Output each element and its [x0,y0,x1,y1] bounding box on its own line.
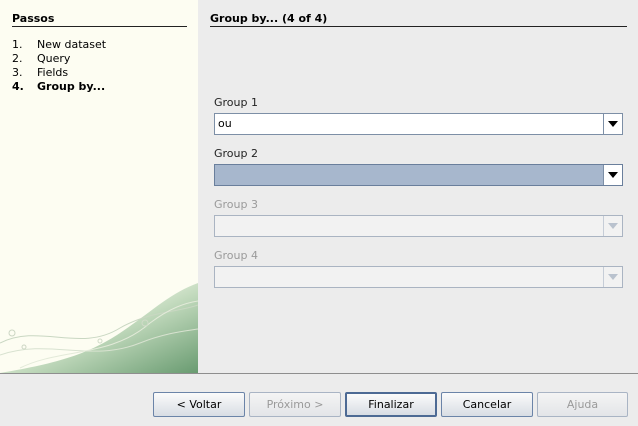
help-button[interactable]: Ajuda [537,392,628,417]
back-button[interactable]: < Voltar [153,392,245,417]
group-3-value [215,216,603,236]
group-3-label: Group 3 [214,198,258,211]
dropdown-arrow-button[interactable] [603,165,622,185]
chevron-down-icon [608,121,618,127]
page-heading: Group by... (4 of 4) [210,12,627,27]
group-4-combobox[interactable] [214,266,623,288]
step-number: 4. [12,80,24,93]
group-2-value [215,165,603,185]
step-label: New dataset [37,38,107,51]
group-4-value [215,267,603,287]
step-label: Query [37,52,71,65]
chevron-down-icon [608,223,618,229]
step-item[interactable]: 2. Query [12,52,106,66]
group-3-combobox[interactable] [214,215,623,237]
group-2-combobox[interactable] [214,164,623,186]
step-number: 3. [12,66,23,79]
dropdown-arrow-button[interactable] [603,267,622,287]
step-item-current: 4. Group by... [12,80,106,94]
group-1-value: ou [218,117,232,130]
step-label: Fields [37,66,69,79]
dropdown-arrow-button[interactable] [603,114,622,134]
chevron-down-icon [608,172,618,178]
step-item[interactable]: 1. New dataset [12,38,106,52]
cancel-button[interactable]: Cancelar [441,392,533,417]
step-number: 1. [12,38,23,51]
step-item[interactable]: 3. Fields [12,66,106,80]
group-2-label: Group 2 [214,147,258,160]
chevron-down-icon [608,274,618,280]
dropdown-arrow-button[interactable] [603,216,622,236]
group-1-combobox[interactable]: ou [214,113,623,135]
steps-list: 1. New dataset 2. Query 3. Fields 4. Gro… [12,38,106,94]
next-button[interactable]: Próximo > [249,392,341,417]
steps-title: Passos [12,12,187,27]
finish-button[interactable]: Finalizar [345,392,437,417]
steps-panel: Passos 1. New dataset 2. Query 3. Fields… [0,0,198,373]
step-label: Group by... [37,80,106,93]
decorative-swirl-graphic [0,283,198,373]
step-number: 2. [12,52,23,65]
button-bar: < Voltar Próximo > Finalizar Cancelar Aj… [0,373,638,426]
group-1-label: Group 1 [214,96,258,109]
group-4-label: Group 4 [214,249,258,262]
